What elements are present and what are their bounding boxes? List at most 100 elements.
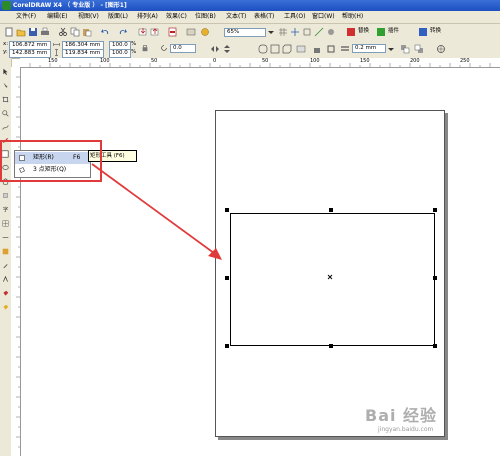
pick-tool-icon[interactable]: [2, 68, 9, 75]
width-icon: [53, 43, 60, 46]
convert-label[interactable]: 转换: [430, 28, 441, 35]
wrap-text-icon[interactable]: [296, 44, 306, 54]
menu-file[interactable]: 文件(F): [16, 13, 36, 21]
scale-x-unit: %: [131, 41, 137, 47]
menu-window[interactable]: 窗口(W): [312, 13, 335, 21]
to-back-icon[interactable]: [414, 44, 424, 54]
welcome-screen-icon[interactable]: [200, 27, 210, 37]
standard-toolbar: 65% 替换 插件 转换: [0, 24, 500, 41]
height-field[interactable]: 119.834 mm: [62, 49, 104, 58]
freehand-tool-icon[interactable]: [2, 124, 9, 131]
corner-scallop-icon[interactable]: [270, 44, 280, 54]
selection-handle[interactable]: [433, 344, 437, 348]
rotation-field[interactable]: 0.0: [170, 44, 196, 53]
mirror-vertical-icon[interactable]: [222, 44, 232, 54]
zoom-dropdown-icon[interactable]: [266, 27, 276, 37]
basic-shapes-tool-icon[interactable]: [2, 192, 9, 199]
new-file-icon[interactable]: [4, 27, 14, 37]
to-front-icon[interactable]: [400, 44, 410, 54]
replace-label[interactable]: 替换: [358, 28, 369, 35]
corner-round-icon[interactable]: [258, 44, 268, 54]
outline-width-icon: [341, 46, 349, 51]
corner-lock-icon[interactable]: [312, 44, 322, 54]
fill-tool-icon[interactable]: [2, 290, 9, 297]
convert-icon[interactable]: [418, 27, 428, 37]
x-label: x:: [3, 41, 9, 47]
menu-bar: 文件(F) 编辑(E) 视图(V) 版面(L) 排列(A) 效果(C) 位图(B…: [0, 11, 500, 24]
menu-effects[interactable]: 效果(C): [166, 13, 187, 21]
publish-pdf-icon[interactable]: [168, 27, 178, 37]
menu-bitmaps[interactable]: 位图(B): [195, 13, 216, 21]
export-icon[interactable]: [150, 27, 160, 37]
eyedropper-tool-icon[interactable]: [2, 262, 9, 269]
ruler-ticks: [29, 63, 491, 67]
selection-handle[interactable]: [433, 208, 437, 212]
outline-tool-icon[interactable]: [2, 276, 9, 283]
dimension-tool-icon[interactable]: [2, 234, 9, 241]
window-title: CorelDRAW X4 （ 专业版 ） - [图形1]: [13, 2, 127, 9]
annotation-highlight-box: [0, 140, 102, 182]
convert-to-curves-icon[interactable]: [436, 44, 446, 54]
center-marker-icon: [327, 274, 333, 280]
table-tool-icon[interactable]: [2, 220, 9, 227]
crop-tool-icon[interactable]: [2, 96, 9, 103]
menu-view[interactable]: 视图(V): [78, 13, 99, 21]
selection-handle[interactable]: [225, 344, 229, 348]
title-bar: CorelDRAW X4 （ 专业版 ） - [图形1]: [0, 0, 500, 11]
menu-arrange[interactable]: 排列(A): [137, 13, 158, 21]
scale-y-unit: %: [131, 49, 137, 55]
zoom-tool-icon[interactable]: [2, 110, 9, 117]
y-position-field[interactable]: 142.883 mm: [9, 49, 51, 58]
vertical-ruler[interactable]: [11, 67, 21, 456]
text-tool-icon[interactable]: 字: [2, 206, 9, 213]
launcher-red-icon[interactable]: [346, 27, 356, 37]
interactive-fill-tool-icon[interactable]: [2, 304, 9, 311]
relative-scaling-icon[interactable]: [326, 44, 336, 54]
interactive-blend-tool-icon[interactable]: [2, 248, 9, 255]
options-icon[interactable]: [326, 27, 336, 37]
snap-to-grid-icon[interactable]: [278, 27, 288, 37]
menu-layout[interactable]: 版面(L): [108, 13, 128, 21]
menu-text[interactable]: 文本(T): [226, 13, 246, 21]
menu-tools[interactable]: 工具(O): [284, 13, 305, 21]
zoom-level-select[interactable]: 65%: [224, 28, 266, 37]
import-icon[interactable]: [138, 27, 148, 37]
undo-icon[interactable]: [100, 27, 110, 37]
plugin-label[interactable]: 插件: [388, 28, 399, 35]
baidu-watermark-url: jingyan.baidu.com: [378, 426, 434, 433]
outline-dropdown-icon[interactable]: [386, 44, 396, 54]
mirror-horizontal-icon[interactable]: [210, 44, 220, 54]
horizontal-ruler[interactable]: 150 100 50 0 50 100 150 200 250: [20, 58, 500, 68]
height-icon: [55, 49, 58, 56]
menu-help[interactable]: 帮助(H): [342, 13, 363, 21]
selection-handle[interactable]: [329, 208, 333, 212]
svg-text:字: 字: [3, 206, 9, 213]
corner-chamfer-icon[interactable]: [282, 44, 292, 54]
cut-icon[interactable]: [58, 27, 68, 37]
print-icon[interactable]: [40, 27, 50, 37]
snap-to-guidelines-icon[interactable]: [290, 27, 300, 37]
selection-handle[interactable]: [225, 276, 229, 280]
menu-edit[interactable]: 编辑(E): [47, 13, 67, 21]
selection-handle[interactable]: [329, 344, 333, 348]
baidu-watermark: Bai 经验: [365, 406, 438, 425]
dynamic-guides-icon[interactable]: [314, 27, 324, 37]
property-bar: x: 106.872 mm y: 142.883 mm 186.304 mm 1…: [0, 40, 500, 59]
app-icon: [2, 1, 11, 10]
rotation-icon: [161, 45, 167, 51]
lock-ratio-icon[interactable]: [141, 44, 149, 52]
copy-icon[interactable]: [70, 27, 80, 37]
plugin-green-icon[interactable]: [376, 27, 386, 37]
redo-icon[interactable]: [118, 27, 128, 37]
snap-to-objects-icon[interactable]: [302, 27, 312, 37]
scale-y-field[interactable]: 100.0: [109, 49, 131, 58]
save-icon[interactable]: [28, 27, 38, 37]
outline-width-field[interactable]: 0.2 mm: [352, 44, 386, 53]
shape-tool-icon[interactable]: [2, 82, 9, 89]
paste-icon[interactable]: [82, 27, 92, 37]
open-folder-icon[interactable]: [16, 27, 26, 37]
menu-table[interactable]: 表格(T): [254, 13, 274, 21]
y-label: y:: [3, 49, 8, 55]
application-launcher-icon[interactable]: [186, 27, 196, 37]
selection-handle[interactable]: [433, 276, 437, 280]
